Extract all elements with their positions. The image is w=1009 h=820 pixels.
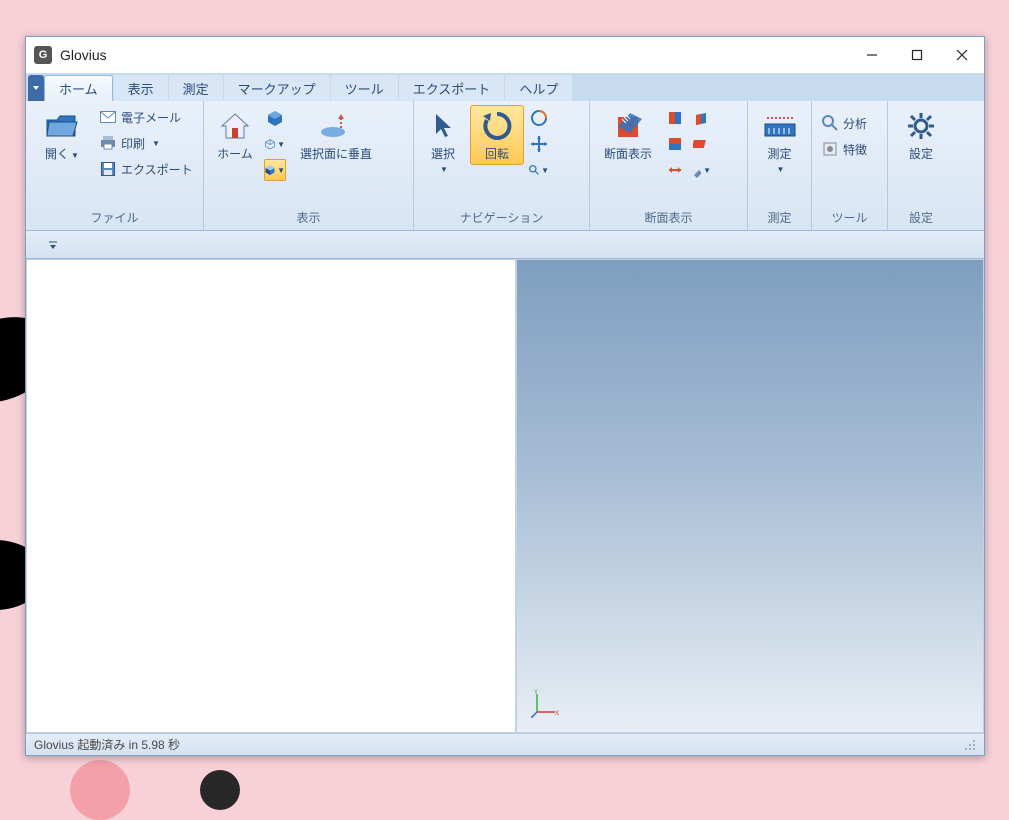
magnifier-icon: [822, 115, 838, 131]
feature-icon: [822, 141, 838, 157]
measure-label: 測定: [767, 147, 791, 161]
section-y-button[interactable]: [664, 133, 686, 155]
ribbon-tabs: ホーム 表示 測定 マークアップ ツール エクスポート ヘルプ: [26, 73, 984, 101]
section-settings-button[interactable]: ▼: [690, 159, 712, 181]
rotate-label: 回転: [485, 148, 509, 162]
analysis-button[interactable]: 分析: [818, 111, 871, 135]
perpendicular-label: 選択面に垂直: [300, 148, 372, 162]
svg-text:X: X: [555, 711, 559, 717]
perpendicular-button[interactable]: 選択面に垂直: [290, 105, 382, 165]
section-icon: [610, 108, 646, 144]
cube-view-column: ▼ ▼: [264, 105, 286, 181]
email-label: 電子メール: [121, 109, 181, 126]
printer-icon: [100, 135, 116, 151]
tab-measure[interactable]: 測定: [169, 75, 223, 101]
select-label: 選択: [431, 147, 455, 161]
feature-label: 特徴: [843, 141, 867, 158]
axis-triad-icon: Y X: [531, 688, 561, 718]
orbit-button[interactable]: [528, 107, 550, 129]
measure-button[interactable]: 測定▼: [754, 105, 805, 179]
pan-button[interactable]: [528, 133, 550, 155]
svg-text:Y: Y: [534, 690, 538, 696]
gear-icon: [903, 108, 939, 144]
tab-display[interactable]: 表示: [114, 75, 168, 101]
section-label: 断面表示: [604, 148, 652, 162]
statusbar: Glovius 起動済み in 5.98 秒: [26, 733, 984, 755]
section-x-button[interactable]: [664, 107, 686, 129]
group-measure-label: 測定: [754, 205, 805, 230]
app-title: Glovius: [60, 47, 107, 63]
viewport-3d[interactable]: Y X: [516, 259, 984, 733]
tree-panel[interactable]: [26, 259, 516, 733]
group-settings-label: 設定: [894, 205, 948, 230]
close-button[interactable]: [939, 40, 984, 70]
home-icon: [217, 108, 253, 144]
titlebar: G Glovius: [26, 37, 984, 73]
home-view-button[interactable]: ホーム: [210, 105, 260, 165]
group-section-label: 断面表示: [596, 205, 741, 230]
status-text: Glovius 起動済み in 5.98 秒: [34, 736, 180, 753]
file-menu-tab[interactable]: [28, 75, 44, 101]
section-col-2: ▼: [690, 105, 712, 181]
app-window: G Glovius ホーム 表示 測定 マークアップ ツール エクスポート ヘル…: [25, 36, 985, 756]
ruler-icon: [762, 108, 798, 144]
print-button[interactable]: 印刷▼: [96, 131, 197, 155]
group-display-label: 表示: [210, 205, 407, 230]
export-button[interactable]: エクスポート: [96, 157, 197, 181]
group-file-label: ファイル: [32, 205, 197, 230]
tab-export[interactable]: エクスポート: [399, 75, 505, 101]
settings-button[interactable]: 設定: [894, 105, 948, 165]
nav-small-col: ▼: [528, 105, 550, 181]
section-col-1: [664, 105, 686, 181]
app-icon: G: [34, 46, 52, 64]
print-label: 印刷: [121, 135, 145, 152]
select-button[interactable]: 選択▼: [420, 105, 466, 179]
perpendicular-icon: [318, 108, 354, 144]
settings-label: 設定: [909, 148, 933, 162]
save-icon: [100, 161, 116, 177]
cube-solid-button[interactable]: [264, 107, 286, 129]
minimize-button[interactable]: [849, 40, 894, 70]
ribbon: 開く▼ 電子メール 印刷▼: [26, 101, 984, 231]
section-button[interactable]: 断面表示: [596, 105, 660, 165]
section-z-button[interactable]: [690, 107, 712, 129]
resize-grip-icon[interactable]: [964, 739, 976, 751]
zoom-dropdown[interactable]: ▼: [528, 159, 550, 181]
quick-toolbar-dropdown[interactable]: [44, 237, 62, 253]
quick-toolbar: [26, 231, 984, 259]
cursor-icon: [425, 108, 461, 144]
workspace: Y X: [26, 259, 984, 733]
home-view-label: ホーム: [217, 148, 253, 162]
rotate-button[interactable]: 回転: [470, 105, 524, 165]
tab-tools[interactable]: ツール: [331, 75, 398, 101]
folder-open-icon: [44, 108, 80, 144]
open-button[interactable]: 開く▼: [32, 105, 92, 165]
section-reverse-button[interactable]: [664, 159, 686, 181]
analysis-label: 分析: [843, 115, 867, 132]
email-icon: [100, 109, 116, 125]
section-plane-button[interactable]: [690, 133, 712, 155]
tab-home[interactable]: ホーム: [44, 75, 113, 101]
cube-wire-button[interactable]: ▼: [264, 133, 286, 155]
open-label: 開く: [45, 147, 69, 161]
export-label: エクスポート: [121, 161, 193, 178]
email-button[interactable]: 電子メール: [96, 105, 197, 129]
cube-shaded-button[interactable]: ▼: [264, 159, 286, 181]
maximize-button[interactable]: [894, 40, 939, 70]
rotate-icon: [479, 108, 515, 144]
tab-help[interactable]: ヘルプ: [505, 75, 572, 101]
tab-markup[interactable]: マークアップ: [224, 75, 330, 101]
feature-button[interactable]: 特徴: [818, 137, 871, 161]
group-tools-label: ツール: [818, 205, 881, 230]
group-nav-label: ナビゲーション: [420, 205, 583, 230]
